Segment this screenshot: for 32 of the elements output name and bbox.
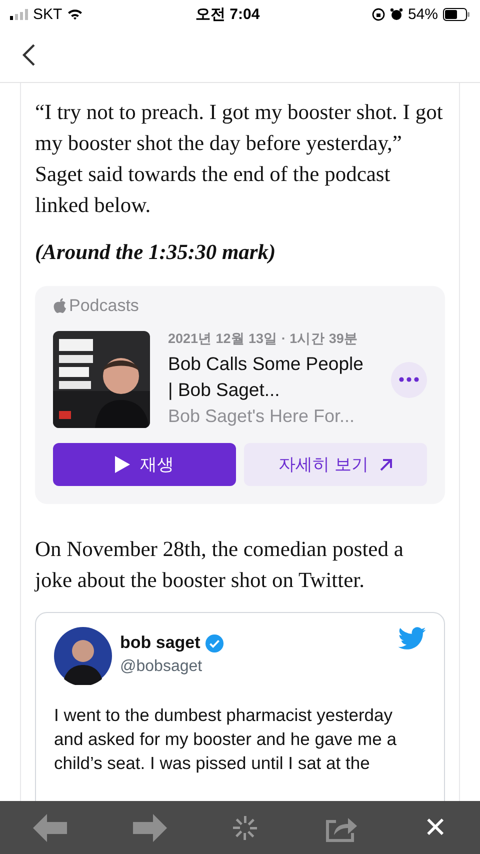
back-button[interactable] xyxy=(22,43,36,67)
details-button[interactable]: 자세히 보기 xyxy=(244,443,427,486)
bird-icon xyxy=(398,627,426,650)
tweet-text: I went to the dumbest pharmacist yesterday and asked for my booster and he gave me a child’s seat. I was pissed until I sat at the xyxy=(54,704,398,775)
author-name: bob saget xyxy=(120,633,200,653)
alarm-icon xyxy=(390,8,403,20)
clock-time: 오전 7:04 xyxy=(195,4,260,24)
loading-spinner-icon[interactable] xyxy=(232,814,258,840)
podcasts-label: Podcasts xyxy=(69,296,139,316)
back-arrow-icon[interactable] xyxy=(32,814,67,842)
rotation-lock-icon xyxy=(372,8,385,20)
show-name: Bob Saget's Here For... xyxy=(168,405,356,428)
signal-icon xyxy=(10,8,28,20)
battery-icon xyxy=(442,8,470,20)
episode-title: Bob Calls Some People | Bob Saget... xyxy=(168,352,364,402)
author-handle: @bobsaget xyxy=(120,658,204,676)
carrier-name: SKT xyxy=(33,6,62,22)
episode-meta: 2021년 12월 13일 · 1시간 39분 xyxy=(168,330,359,348)
wifi-icon xyxy=(67,8,84,20)
article-paragraph: “I try not to preach. I got my booster shot. I got my booster shot the day before yesterday,” Saget said towards the end of the podcast linked below. xyxy=(35,99,444,219)
apple-icon xyxy=(53,298,67,314)
arrow-icon xyxy=(378,458,393,472)
article-paragraph: On November 28th, the comedian posted a joke about the booster shot on Twitter. xyxy=(35,536,404,594)
more-dots-icon xyxy=(399,377,419,382)
play-button[interactable]: 재생 xyxy=(53,443,236,486)
avatar xyxy=(54,627,112,685)
forward-arrow-icon[interactable] xyxy=(132,814,167,842)
battery-percent: 54% xyxy=(408,6,438,22)
article-note: (Around the 1:35:30 mark) xyxy=(35,239,277,266)
close-button[interactable]: ✕ xyxy=(424,811,448,844)
play-icon xyxy=(115,456,130,473)
more-button[interactable] xyxy=(391,362,427,398)
